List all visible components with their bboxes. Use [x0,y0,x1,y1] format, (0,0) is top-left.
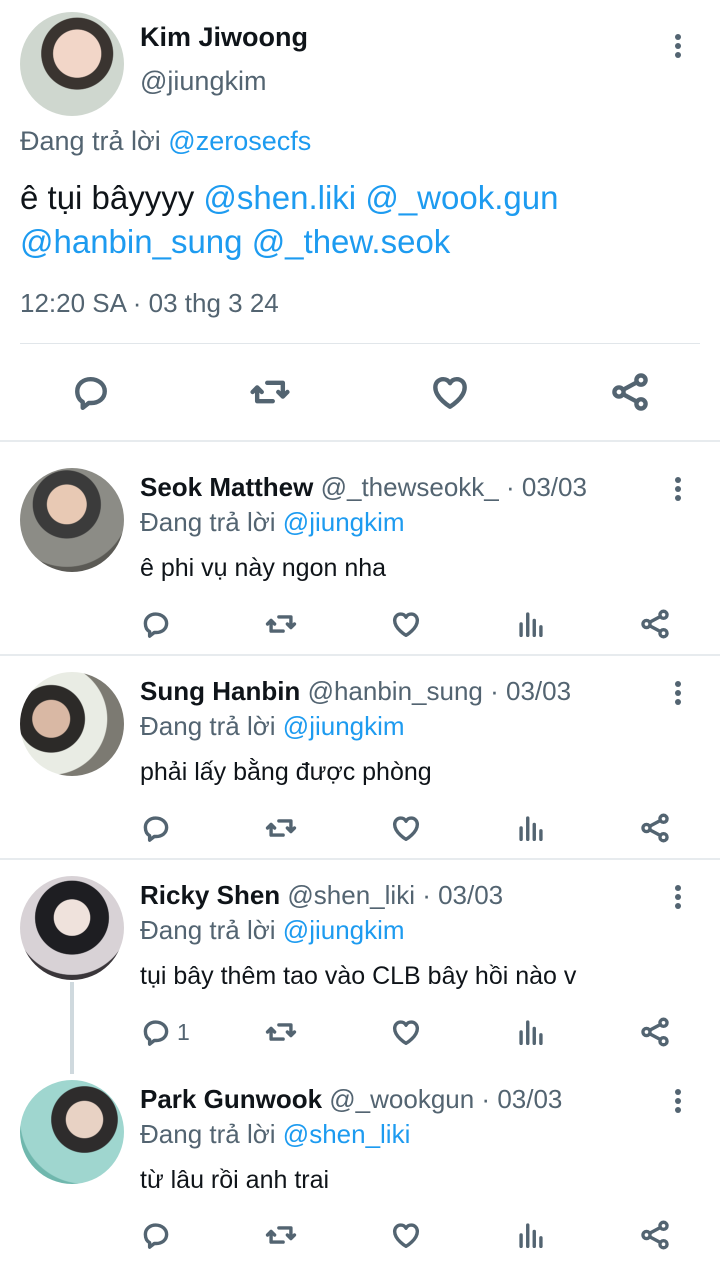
views-icon[interactable] [514,607,548,641]
more-vertical-icon[interactable] [668,1086,688,1116]
share-icon[interactable] [638,1218,672,1252]
more-vertical-icon[interactable] [668,474,688,504]
reply-tweet: Ricky Shen @shen_liki · 03/03 Đang trả l… [0,860,720,1060]
replying-to-link[interactable]: @shen_liki [283,1119,411,1149]
tweet-text: phải lấy bằng được phòng [140,758,432,786]
reply-icon[interactable] [139,1015,173,1049]
replying-to-link[interactable]: @jiungkim [283,507,405,537]
replying-label: Đang trả lời [140,507,276,537]
share-icon[interactable] [638,607,672,641]
author-handle-date[interactable]: @_thewseokk_ · 03/03 [321,472,587,502]
share-icon[interactable] [638,811,672,845]
more-vertical-icon[interactable] [668,882,688,912]
reply-tweet: Sung Hanbin @hanbin_sung · 03/03 Đang tr… [0,656,720,858]
avatar[interactable] [20,468,124,572]
tweet-text: ê tụi bâyyyy @shen.liki @_wook.gun @hanb… [20,176,700,264]
retweet-icon[interactable] [248,370,292,414]
tweet-text: từ lâu rồi anh trai [140,1166,330,1194]
reply-tweet: Seok Matthew @_thewseokk_ · 03/03 Đang t… [0,444,720,654]
reply-icon[interactable] [139,1218,173,1252]
more-vertical-icon[interactable] [668,31,688,61]
replying-label: Đang trả lời [20,126,161,156]
replying-to: Đang trả lời @zerosecfs [20,126,311,157]
replying-to-link[interactable]: @jiungkim [283,915,405,945]
retweet-icon[interactable] [264,811,298,845]
author-handle[interactable]: @jiungkim [140,66,266,97]
reply-icon[interactable] [139,607,173,641]
avatar[interactable] [20,876,124,980]
author-name[interactable]: Ricky Shen [140,880,280,910]
retweet-icon[interactable] [264,1218,298,1252]
share-icon[interactable] [638,1015,672,1049]
replying-label: Đang trả lời [140,915,276,945]
tweet-text: tụi bây thêm tao vào CLB bây hồi nào v [140,962,577,990]
views-icon[interactable] [514,1015,548,1049]
views-icon[interactable] [514,811,548,845]
heart-icon[interactable] [428,370,472,414]
author-name[interactable]: Sung Hanbin [140,676,300,706]
replying-to-link[interactable]: @zerosecfs [168,126,311,156]
retweet-icon[interactable] [264,1015,298,1049]
author-handle-date[interactable]: @shen_liki · 03/03 [287,880,503,910]
avatar[interactable] [20,12,124,116]
replying-to-link[interactable]: @jiungkim [283,711,405,741]
heart-icon[interactable] [389,811,423,845]
heart-icon[interactable] [389,1015,423,1049]
share-icon[interactable] [608,370,652,414]
replying-label: Đang trả lời [140,711,276,741]
reply-icon[interactable] [139,811,173,845]
reply-icon[interactable] [69,370,113,414]
main-tweet: Kim Jiwoong @jiungkim Đang trả lời @zero… [0,0,720,440]
divider [20,343,700,344]
views-icon[interactable] [514,1218,548,1252]
mention-link[interactable]: @_thew.seok [252,223,451,260]
tweet-text: ê phi vụ này ngon nha [140,554,387,582]
mention-link[interactable]: @shen.liki [203,179,356,216]
section-divider [0,440,720,442]
heart-icon[interactable] [389,607,423,641]
heart-icon[interactable] [389,1218,423,1252]
tweet-text-prefix: ê tụi bâyyyy [20,179,195,216]
author-handle-date[interactable]: @hanbin_sung · 03/03 [308,676,571,706]
reply-count: 1 [177,1019,190,1045]
tweet-timestamp[interactable]: 12:20 SA · 03 thg 3 24 [20,288,279,319]
retweet-icon[interactable] [264,607,298,641]
avatar[interactable] [20,1080,124,1184]
replying-label: Đang trả lời [140,1119,276,1149]
reply-tweet: Park Gunwook @_wookgun · 03/03 Đang trả … [0,1064,720,1265]
author-handle-date[interactable]: @_wookgun · 03/03 [329,1084,562,1114]
mention-link[interactable]: @hanbin_sung [20,223,243,260]
more-vertical-icon[interactable] [668,678,688,708]
author-name[interactable]: Park Gunwook [140,1084,322,1114]
mention-link[interactable]: @_wook.gun [365,179,558,216]
author-name[interactable]: Kim Jiwoong [140,22,308,53]
avatar[interactable] [20,672,124,776]
author-name[interactable]: Seok Matthew [140,472,313,502]
